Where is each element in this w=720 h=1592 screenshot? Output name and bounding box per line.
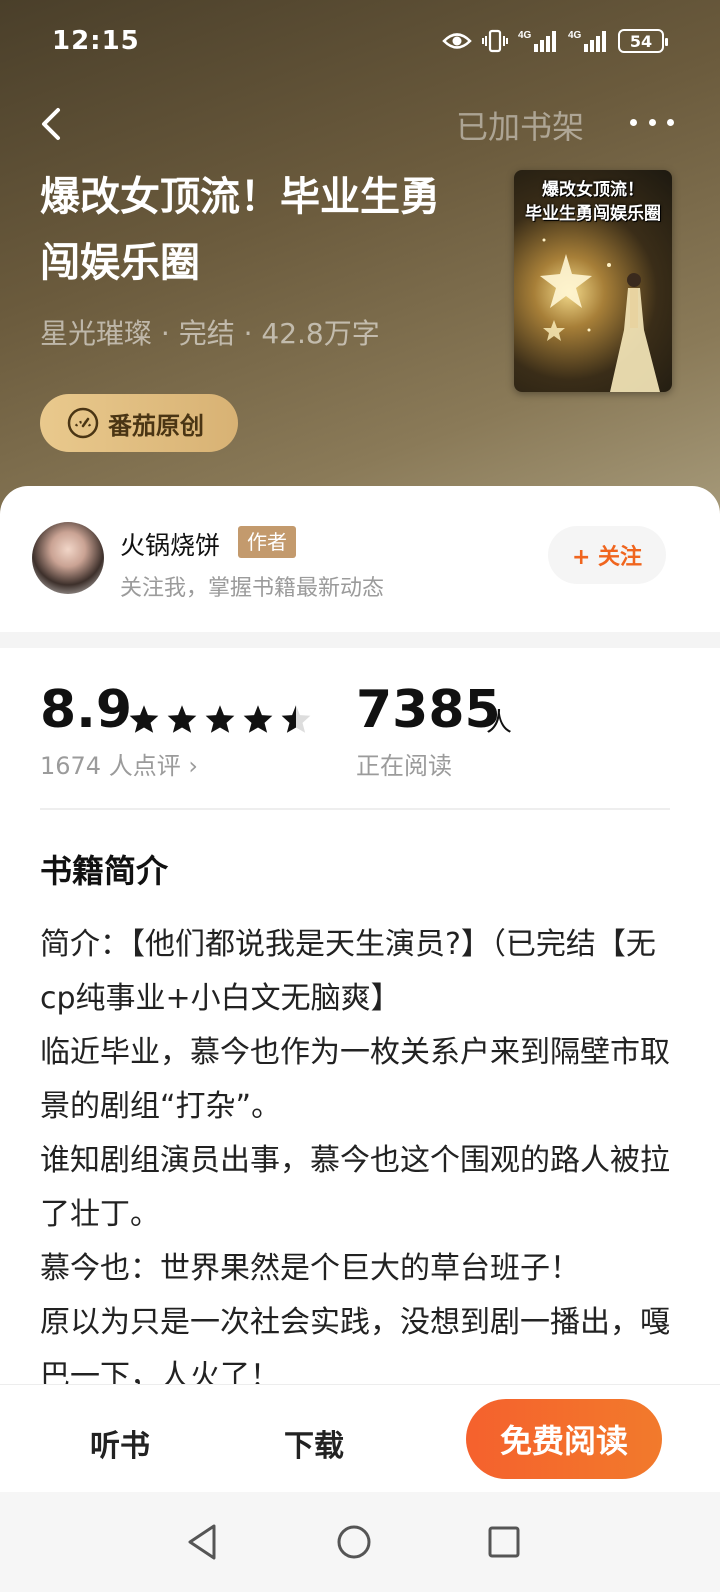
intro-line: 简介：【他们都说我是天生演员?】（已完结【无cp纯事业+小白文无脑爽】	[40, 927, 656, 1016]
more-icon[interactable]	[630, 110, 674, 134]
back-triangle-icon[interactable]	[176, 1514, 232, 1570]
status-icons: 4G 4G 54	[442, 28, 668, 54]
listen-button[interactable]: 听书	[90, 1421, 150, 1465]
star-icon	[128, 704, 160, 734]
rating-score: 8.9	[40, 680, 133, 740]
intro-text[interactable]: 简介：【他们都说我是天生演员?】（已完结【无cp纯事业+小白文无脑爽】 临近毕业…	[40, 918, 680, 1384]
bottom-action-bar: 听书 下载 免费阅读	[0, 1384, 720, 1492]
book-title: 爆改女顶流！毕业生勇闯娱乐圈	[40, 174, 440, 286]
book-cover[interactable]: 爆改女顶流！ 毕业生勇闯娱乐圈	[514, 170, 672, 392]
reading-label: 正在阅读	[356, 752, 452, 780]
intro-line: 临近毕业，慕今也作为一枚关系户来到隔壁市取景的剧组“打杂”。	[40, 1035, 670, 1124]
intro-title: 书籍简介	[40, 852, 169, 890]
divider	[40, 808, 670, 810]
dial-icon	[66, 406, 100, 440]
cover-title: 爆改女顶流！ 毕业生勇闯娱乐圈	[525, 180, 661, 224]
author-desc: 关注我，掌握书籍最新动态	[120, 576, 385, 601]
original-badge[interactable]: 番茄原创	[40, 394, 238, 452]
signal-icon: 4G	[568, 28, 608, 54]
rating-stars	[128, 704, 312, 734]
signal-icon: 4G	[518, 28, 558, 54]
status-bar: 12:15 4G 4G 54	[0, 0, 720, 88]
follow-button[interactable]: + 关注	[548, 526, 666, 584]
recents-square-icon[interactable]	[476, 1514, 532, 1570]
author-card: 火锅烧饼 作者 关注我，掌握书籍最新动态 + 关注	[0, 486, 720, 632]
eye-icon	[442, 30, 472, 52]
book-hero: 12:15 4G 4G 54 已加书架 爆改女顶流！毕业生勇闯娱乐圈 星光璀璨 …	[0, 0, 720, 530]
vibrate-icon	[482, 28, 508, 54]
free-read-button[interactable]: 免费阅读	[466, 1399, 662, 1479]
author-tag: 作者	[238, 526, 296, 558]
battery-icon: 54	[618, 29, 668, 53]
intro-line: 谁知剧组演员出事，慕今也这个围观的路人被拉了壮丁。	[40, 1143, 670, 1232]
star-half-icon	[280, 704, 312, 734]
book-meta: 星光璀璨 · 完结 · 42.8万字	[40, 317, 380, 350]
reviews-link[interactable]: 1674 人点评 ›	[40, 746, 198, 781]
svg-text:4G: 4G	[568, 30, 582, 41]
home-circle-icon[interactable]	[326, 1514, 382, 1570]
author-name[interactable]: 火锅烧饼	[120, 526, 220, 562]
badge-label: 番茄原创	[108, 411, 204, 440]
avatar[interactable]	[32, 522, 104, 594]
readers-unit: 人	[486, 708, 513, 738]
readers-count: 7385	[356, 680, 501, 740]
back-arrow-icon[interactable]	[36, 104, 68, 144]
star-icon	[204, 704, 236, 734]
section-divider-band	[0, 632, 720, 648]
intro-line: 慕今也：世界果然是个巨大的草台班子！	[40, 1251, 580, 1286]
added-to-shelf-label[interactable]: 已加书架	[456, 102, 584, 148]
system-nav-bar	[0, 1492, 720, 1592]
download-button[interactable]: 下载	[284, 1421, 344, 1465]
star-icon	[242, 704, 274, 734]
intro-line: 原以为只是一次社会实践，没想到剧一播出，嘎巴一下，人火了！	[40, 1305, 670, 1384]
status-time: 12:15	[52, 26, 140, 56]
star-icon	[166, 704, 198, 734]
svg-text:4G: 4G	[518, 30, 532, 41]
